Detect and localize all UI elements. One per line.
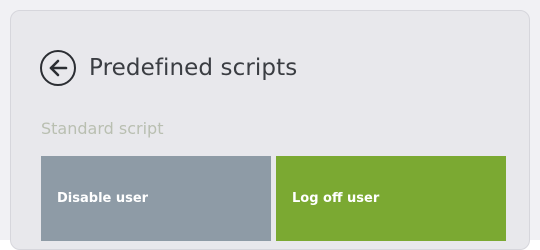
app-window: Predefined scripts Standard script Disab… <box>0 0 540 250</box>
log-off-user-label: Log off user <box>292 191 380 206</box>
section-label-standard-script: Standard script <box>41 119 164 138</box>
arrow-left-icon <box>49 59 68 77</box>
page-header: Predefined scripts <box>40 48 297 88</box>
scripts-panel: Predefined scripts Standard script Disab… <box>10 10 530 250</box>
disable-user-label: Disable user <box>57 191 149 206</box>
log-off-user-button[interactable]: Log off user <box>276 156 506 241</box>
back-button[interactable] <box>40 50 76 86</box>
page-title: Predefined scripts <box>89 55 298 81</box>
disable-user-button[interactable]: Disable user <box>41 156 271 241</box>
